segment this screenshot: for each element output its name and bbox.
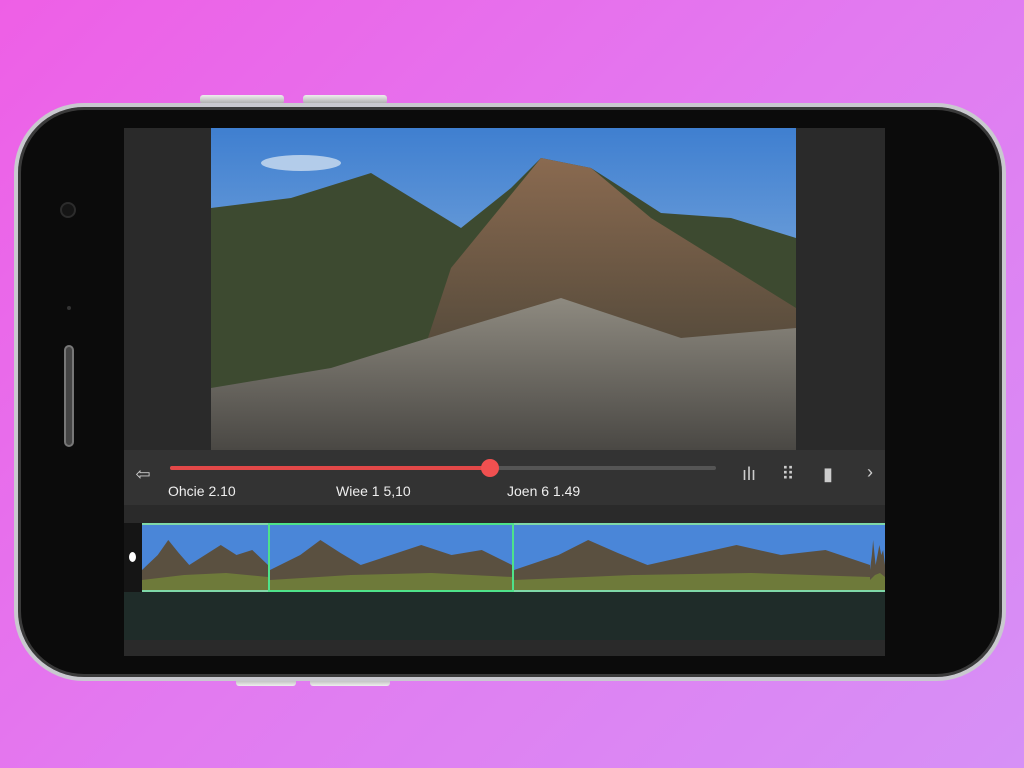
seek-bar[interactable] [170,459,716,477]
timeline-strip[interactable] [124,523,885,592]
time-label: Joen 6 1.49 [507,483,581,499]
video-preview[interactable] [211,128,796,450]
speaker-grille [64,345,74,447]
audio-waveform-icon[interactable]: ılı [738,464,760,485]
video-editor-screen: ⇦ Ohcie 2.10 Wiee 1 5,10 Joen 6 1.49 ılı… [124,128,885,656]
audio-track[interactable] [124,592,885,640]
seek-handle[interactable] [480,459,499,477]
timeline-frame[interactable] [142,523,268,592]
seek-progress [170,466,490,470]
bookmark-icon[interactable]: ▮ [817,464,839,485]
chevron-right-icon[interactable]: › [859,462,881,483]
camera-icon [60,202,76,218]
playback-controls: ⇦ Ohcie 2.10 Wiee 1 5,10 Joen 6 1.49 ılı… [124,450,885,505]
timeline-frame[interactable] [870,523,885,592]
grid-icon[interactable]: ⠿ [777,464,799,485]
back-icon[interactable]: ⇦ [132,464,154,485]
timeline-trim-handle[interactable] [124,523,142,592]
timeline-frame[interactable] [514,523,870,592]
sensor-dot [67,306,71,310]
time-label: Ohcie 2.10 [168,483,236,499]
time-label: Wiee 1 5,10 [336,483,411,499]
timeline-frame[interactable] [268,523,514,592]
